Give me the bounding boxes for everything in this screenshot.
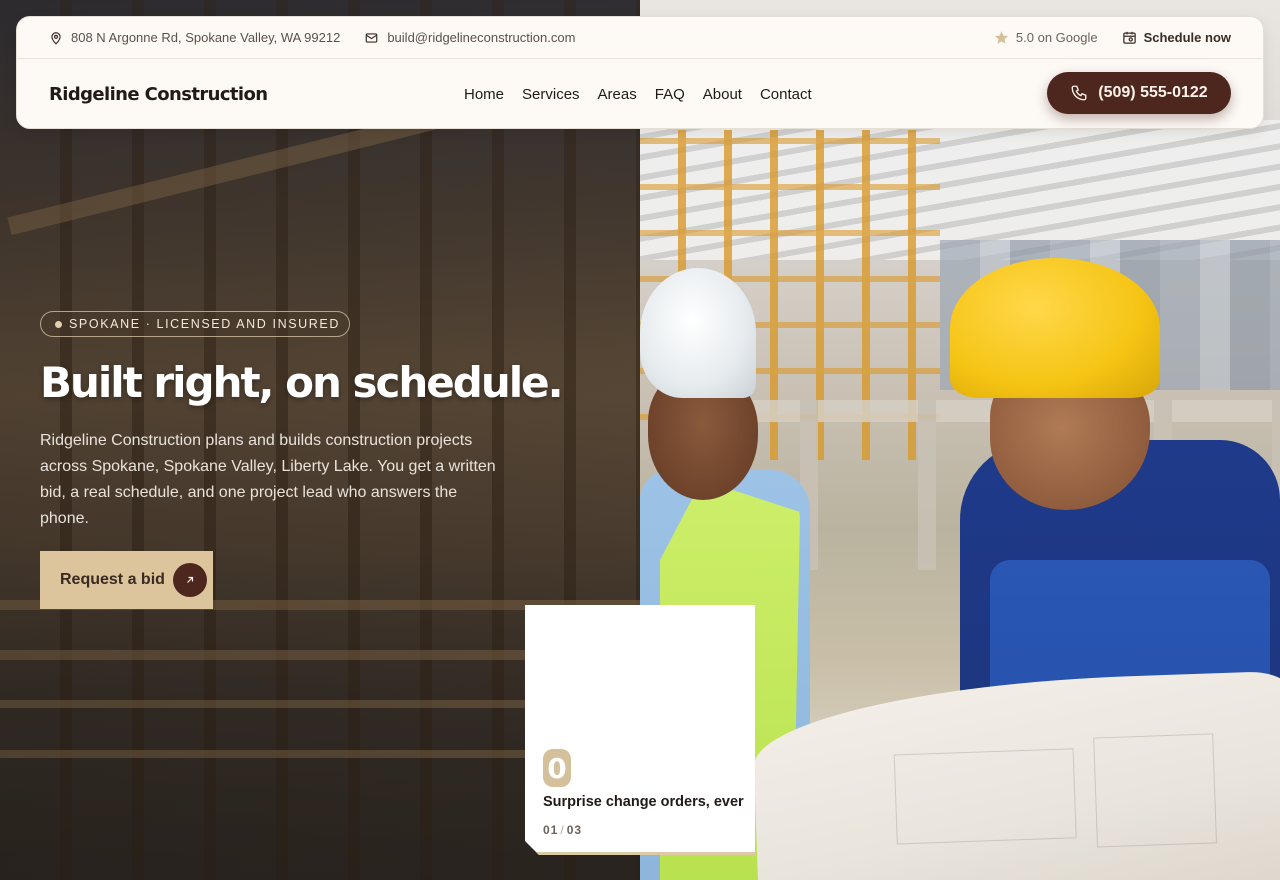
call-phone-button[interactable]: (509) 555-0122 — [1047, 72, 1231, 114]
stat-number: 0 — [543, 749, 571, 787]
badge-text: SPOKANE · LICENSED AND INSURED — [69, 317, 340, 331]
request-bid-button[interactable]: Request a bid — [40, 551, 213, 609]
primary-nav: Home Services Areas FAQ About Contact — [464, 59, 830, 129]
stat-pager: 01/03 — [543, 823, 582, 837]
arrow-up-right-icon — [173, 563, 207, 597]
google-rating[interactable]: 5.0 on Google — [994, 30, 1098, 45]
white-hardhat — [640, 268, 756, 398]
address-text: 808 N Argonne Rd, Spokane Valley, WA 992… — [71, 30, 341, 45]
star-icon — [994, 31, 1008, 44]
nav-about[interactable]: About — [703, 86, 742, 103]
phone-number: (509) 555-0122 — [1098, 84, 1208, 101]
hero-description: Ridgeline Construction plans and builds … — [40, 432, 496, 527]
pager-separator: / — [560, 823, 565, 837]
utility-bar: 808 N Argonne Rd, Spokane Valley, WA 992… — [17, 17, 1263, 59]
nav-faq[interactable]: FAQ — [655, 86, 685, 103]
main-nav-bar: Ridgeline Construction Home Services Are… — [17, 59, 1263, 129]
nav-areas[interactable]: Areas — [598, 86, 637, 103]
phone-icon — [1071, 85, 1087, 101]
mail-icon — [365, 32, 378, 43]
address-link[interactable]: 808 N Argonne Rd, Spokane Valley, WA 992… — [49, 30, 340, 45]
rating-text: 5.0 on Google — [1015, 30, 1098, 45]
nav-home[interactable]: Home — [464, 86, 504, 103]
stat-label: Surprise change orders, ever — [543, 794, 744, 810]
map-pin-icon — [51, 31, 61, 45]
email-link[interactable]: build@ridgelineconstruction.com — [364, 30, 575, 45]
pager-total: 03 — [566, 823, 583, 837]
stat-card: 0 Surprise change orders, ever 01/03 — [525, 605, 755, 855]
hero-headline: Built right, on schedule. — [40, 358, 564, 407]
badge-dot — [55, 321, 62, 328]
calendar-icon — [1122, 31, 1136, 44]
cta-label: Request a bid — [60, 571, 165, 588]
hero-badge: SPOKANE · LICENSED AND INSURED — [40, 311, 350, 337]
nav-contact[interactable]: Contact — [760, 86, 812, 103]
nav-services[interactable]: Services — [522, 86, 580, 103]
schedule-text: Schedule now — [1143, 30, 1231, 45]
pager-current: 01 — [543, 823, 559, 837]
email-text: build@ridgelineconstruction.com — [387, 30, 576, 45]
brand-logo[interactable]: Ridgeline Construction — [49, 84, 268, 105]
yellow-hardhat — [950, 258, 1160, 398]
site-header: 808 N Argonne Rd, Spokane Valley, WA 992… — [16, 16, 1264, 129]
schedule-now-link[interactable]: Schedule now — [1122, 30, 1231, 45]
